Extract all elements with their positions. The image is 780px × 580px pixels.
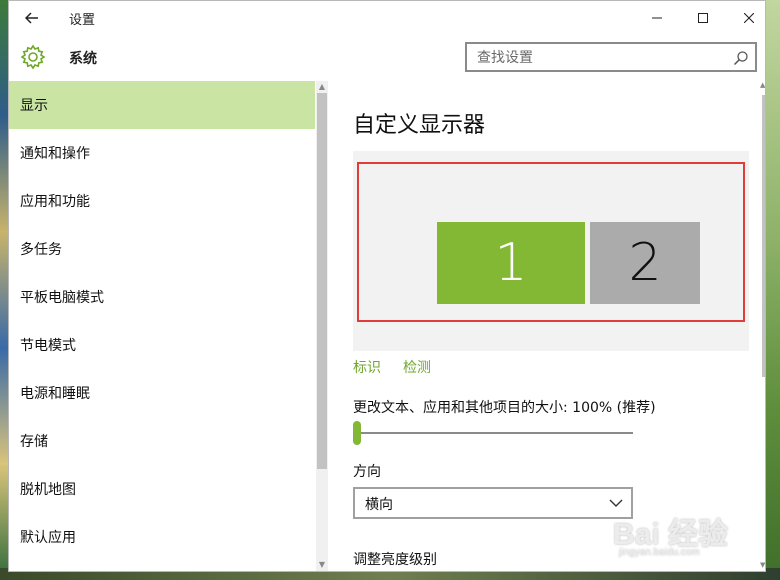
scale-label: 更改文本、应用和其他项目的大小: 100% (推荐) xyxy=(353,400,656,416)
display-settings-panel: 自定义显示器 1 2 标识 检测 更改文本、应用和其他项目的大小: 100% (… xyxy=(329,81,759,571)
sidebar-item-label: 默认应用 xyxy=(20,530,76,546)
desktop-background-left xyxy=(0,0,8,580)
sidebar-item-label: 通知和操作 xyxy=(20,146,90,162)
sidebar-item-tablet-mode[interactable]: 平板电脑模式 xyxy=(9,273,315,321)
maximize-icon xyxy=(698,13,708,23)
page-title: 自定义显示器 xyxy=(353,113,486,138)
sidebar-item-battery-saver[interactable]: 节电模式 xyxy=(9,321,315,369)
title-bar: 设置 xyxy=(9,1,765,35)
orientation-label: 方向 xyxy=(353,464,381,480)
scroll-up-icon[interactable]: ▲ xyxy=(316,81,328,93)
back-button[interactable] xyxy=(19,6,45,30)
sidebar-item-default-apps[interactable]: 默认应用 xyxy=(9,513,315,561)
content-scroll-up-icon[interactable]: ▲ xyxy=(760,81,765,89)
back-arrow-icon xyxy=(25,12,38,24)
minimize-button[interactable] xyxy=(637,5,677,31)
window-title: 设置 xyxy=(69,13,96,28)
sidebar-item-apps[interactable]: 应用和功能 xyxy=(9,177,315,225)
scale-slider-thumb[interactable] xyxy=(353,421,361,445)
sidebar-item-label: 电源和睡眠 xyxy=(20,386,90,402)
sidebar-item-multitasking[interactable]: 多任务 xyxy=(9,225,315,273)
sidebar-scrollbar-thumb[interactable] xyxy=(317,93,327,469)
section-title: 系统 xyxy=(69,51,97,67)
monitor-2[interactable]: 2 xyxy=(590,222,700,304)
scale-slider-track[interactable] xyxy=(353,432,633,434)
sidebar-item-offline-maps[interactable]: 脱机地图 xyxy=(9,465,315,513)
scroll-down-icon[interactable]: ▼ xyxy=(316,559,328,571)
maximize-button[interactable] xyxy=(683,5,723,31)
monitor-2-label: 2 xyxy=(628,233,662,293)
sidebar-item-power-sleep[interactable]: 电源和睡眠 xyxy=(9,369,315,417)
sidebar-item-label: 节电模式 xyxy=(20,338,76,354)
brightness-label: 调整亮度级别 xyxy=(353,552,437,568)
sidebar-item-label: 应用和功能 xyxy=(20,194,90,210)
orientation-value: 横向 xyxy=(365,497,393,513)
sidebar-item-notifications[interactable]: 通知和操作 xyxy=(9,129,315,177)
orientation-dropdown[interactable]: 横向 xyxy=(353,487,633,519)
detect-link[interactable]: 检测 xyxy=(403,357,431,377)
search-input[interactable] xyxy=(475,48,729,68)
settings-window: 设置 系统 显示 通知和操作 xyxy=(8,0,766,572)
sidebar-item-label: 多任务 xyxy=(20,242,62,258)
minimize-icon xyxy=(652,17,662,19)
watermark-url: jingyan.baidu.com xyxy=(619,547,700,558)
sidebar-item-label: 显示 xyxy=(20,98,48,114)
monitor-1-label: 1 xyxy=(494,233,528,293)
baidu-watermark: Bai 经验 jingyan.baidu.com xyxy=(599,501,759,567)
desktop-background-right xyxy=(766,0,780,580)
sidebar-item-display[interactable]: 显示 xyxy=(9,81,315,129)
close-button[interactable] xyxy=(729,5,765,31)
content-scrollbar-thumb[interactable] xyxy=(762,95,765,377)
search-icon[interactable] xyxy=(733,50,749,66)
sidebar-item-label: 存储 xyxy=(20,434,48,450)
monitor-arrangement: 1 2 xyxy=(353,151,749,351)
sidebar-item-label: 平板电脑模式 xyxy=(20,290,104,306)
monitor-1[interactable]: 1 xyxy=(437,222,585,304)
sidebar-item-label: 脱机地图 xyxy=(20,482,76,498)
settings-header: 系统 xyxy=(9,35,765,81)
sidebar: 显示 通知和操作 应用和功能 多任务 平板电脑模式 节电模式 电源和睡眠 存储 … xyxy=(9,81,315,571)
highlight-annotation: 1 2 xyxy=(357,162,745,322)
content-scroll-down-icon[interactable]: ▼ xyxy=(760,561,765,569)
close-icon xyxy=(744,13,754,23)
search-box[interactable] xyxy=(465,42,757,72)
gear-icon xyxy=(20,44,46,70)
identify-link[interactable]: 标识 xyxy=(353,357,381,377)
sidebar-item-storage[interactable]: 存储 xyxy=(9,417,315,465)
